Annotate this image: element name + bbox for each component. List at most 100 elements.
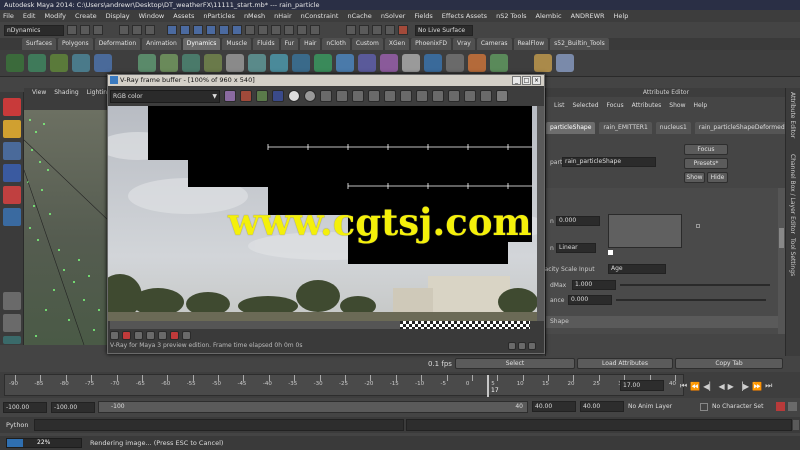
play-backwards-icon[interactable]: ◀	[718, 382, 724, 391]
menu-nsolver[interactable]: nSolver	[381, 12, 406, 20]
range-slider[interactable]: -100 40	[98, 401, 528, 413]
menu-effects-assets[interactable]: Effects Assets	[442, 12, 487, 20]
frame-buffer-vscroll[interactable]	[537, 106, 544, 321]
sample-icon[interactable]	[134, 331, 143, 340]
mask-icon[interactable]	[180, 25, 190, 35]
particle-tool-icon[interactable]	[28, 54, 46, 72]
shelf-tab-xgen[interactable]: XGen	[384, 38, 410, 50]
focus-button[interactable]: Focus	[684, 144, 728, 155]
connect-icon[interactable]	[446, 54, 464, 72]
load-attributes-button[interactable]: Load Attributes	[577, 358, 673, 369]
time-slider[interactable]: -90 -85 -80 -75 -70 -65 -60 -55 -50 -45 -40 -35 -30-…	[0, 372, 800, 398]
character-set-dropdown[interactable]: No Character Set	[712, 401, 772, 413]
sprite-icon[interactable]	[424, 54, 442, 72]
randomness-field[interactable]: 0.000	[568, 295, 612, 305]
minimize-button[interactable]: _	[512, 76, 521, 85]
randomness-slider[interactable]	[616, 299, 766, 301]
zoom-icon[interactable]	[518, 342, 526, 350]
gravity-icon[interactable]	[72, 54, 90, 72]
mask-icon[interactable]	[219, 25, 229, 35]
current-frame-field[interactable]: 17.00	[620, 380, 664, 391]
ae-menu-focus[interactable]: Focus	[607, 100, 624, 112]
render-icon[interactable]	[480, 90, 492, 102]
color-corrections-icon[interactable]	[224, 90, 236, 102]
fluid-container-icon[interactable]	[336, 54, 354, 72]
select-component-icon[interactable]	[145, 25, 155, 35]
opacity-scale-input-dropdown[interactable]: Age	[608, 264, 666, 274]
ae-menu-list[interactable]: List	[554, 100, 565, 112]
open-scene-icon[interactable]	[80, 25, 90, 35]
snap-point-icon[interactable]	[297, 25, 307, 35]
step-back-icon[interactable]: ◀▏	[703, 382, 715, 391]
ipr-render-icon[interactable]	[372, 25, 382, 35]
tab-rain-emitter[interactable]: rain_EMITTER1	[599, 122, 652, 134]
mask-icon[interactable]	[206, 25, 216, 35]
tab-nucleus[interactable]: nucleus1	[655, 122, 691, 134]
track-mouse-icon[interactable]	[384, 90, 396, 102]
hide-button[interactable]: Hide	[707, 172, 728, 183]
ae-scrollbar[interactable]	[778, 188, 785, 334]
fluid-emitter-icon[interactable]	[358, 54, 376, 72]
paint-select-icon[interactable]	[3, 142, 21, 160]
current-time-indicator[interactable]	[487, 375, 489, 397]
ae-menu-selected[interactable]: Selected	[573, 100, 599, 112]
attr-value-field[interactable]: 0.000	[556, 216, 600, 226]
menu-fields[interactable]: Fields	[414, 12, 432, 20]
newton-icon[interactable]	[94, 54, 112, 72]
playback-end-field[interactable]: 40.00	[532, 401, 576, 412]
stop-render-icon[interactable]	[496, 90, 508, 102]
nucleus-icon[interactable]	[534, 54, 552, 72]
ae-menu-show[interactable]: Show	[669, 100, 685, 112]
snap-view-icon[interactable]	[310, 25, 320, 35]
red-channel-icon[interactable]	[240, 90, 252, 102]
mask-icon[interactable]	[232, 25, 242, 35]
menu-assets[interactable]: Assets	[173, 12, 194, 20]
script-editor-icon[interactable]	[793, 420, 799, 430]
close-button[interactable]: ×	[532, 76, 541, 85]
turbulence-icon[interactable]	[160, 54, 178, 72]
select-tool-icon[interactable]	[3, 98, 21, 116]
shelf-tab-surfaces[interactable]: Surfaces	[22, 38, 56, 50]
animation-end-field[interactable]: 40.00	[580, 401, 624, 412]
viewport-menu-lighting[interactable]: Lighting	[87, 88, 108, 98]
anim-layer-checkbox[interactable]	[700, 403, 708, 411]
menu-alembic[interactable]: Alembic	[536, 12, 562, 20]
ocean-icon[interactable]	[490, 54, 508, 72]
animation-start-field[interactable]: -100.00	[3, 401, 47, 413]
history-icon[interactable]	[416, 90, 428, 102]
maximize-button[interactable]: □	[522, 76, 531, 85]
step-back-key-icon[interactable]: ⏪	[690, 382, 700, 391]
shelf-tab-dynamics[interactable]: Dynamics	[182, 38, 221, 50]
stereo-icon[interactable]	[448, 90, 460, 102]
input-max-field[interactable]: 1.000	[572, 280, 616, 290]
ramp-checkbox[interactable]	[696, 224, 700, 228]
live-surface-field[interactable]: No Live Surface	[415, 24, 473, 36]
mask-icon[interactable]	[258, 25, 268, 35]
step-forward-key-icon[interactable]: ⏩	[752, 382, 762, 391]
compare-icon[interactable]	[146, 331, 155, 340]
mono-icon[interactable]	[304, 90, 316, 102]
outliner-icon[interactable]	[3, 336, 21, 344]
shelf-tab-vray[interactable]: Vray	[453, 38, 475, 50]
shelf-tab-polygons[interactable]: Polygons	[57, 38, 93, 50]
pan-icon[interactable]	[528, 342, 536, 350]
mask-icon[interactable]	[245, 25, 255, 35]
shelf-tab-ncloth[interactable]: nCloth	[322, 38, 350, 50]
history-icon[interactable]	[346, 25, 356, 35]
rigid-body-icon[interactable]	[226, 54, 244, 72]
region-render-icon[interactable]	[400, 90, 412, 102]
tab-rain-particleshape-deformed[interactable]: rain_particleShapeDeformed	[694, 122, 789, 134]
menu-file[interactable]: File	[3, 12, 14, 20]
ncache-icon[interactable]	[556, 54, 574, 72]
soft-body-icon[interactable]	[248, 54, 266, 72]
shelf-tab-realflow[interactable]: RealFlow	[513, 38, 549, 50]
go-to-end-icon[interactable]: ⏭	[765, 381, 772, 391]
tab-particleshape[interactable]: particleShape	[546, 122, 596, 134]
menu-modify[interactable]: Modify	[44, 12, 66, 20]
side-tab-attribute-editor[interactable]: Attribute Editor	[789, 92, 796, 138]
menu-nhair[interactable]: nHair	[274, 12, 291, 20]
fields-icon[interactable]	[50, 54, 68, 72]
lens-effects-icon[interactable]	[432, 90, 444, 102]
radial-icon[interactable]	[138, 54, 156, 72]
lasso-tool-icon[interactable]	[3, 120, 21, 138]
